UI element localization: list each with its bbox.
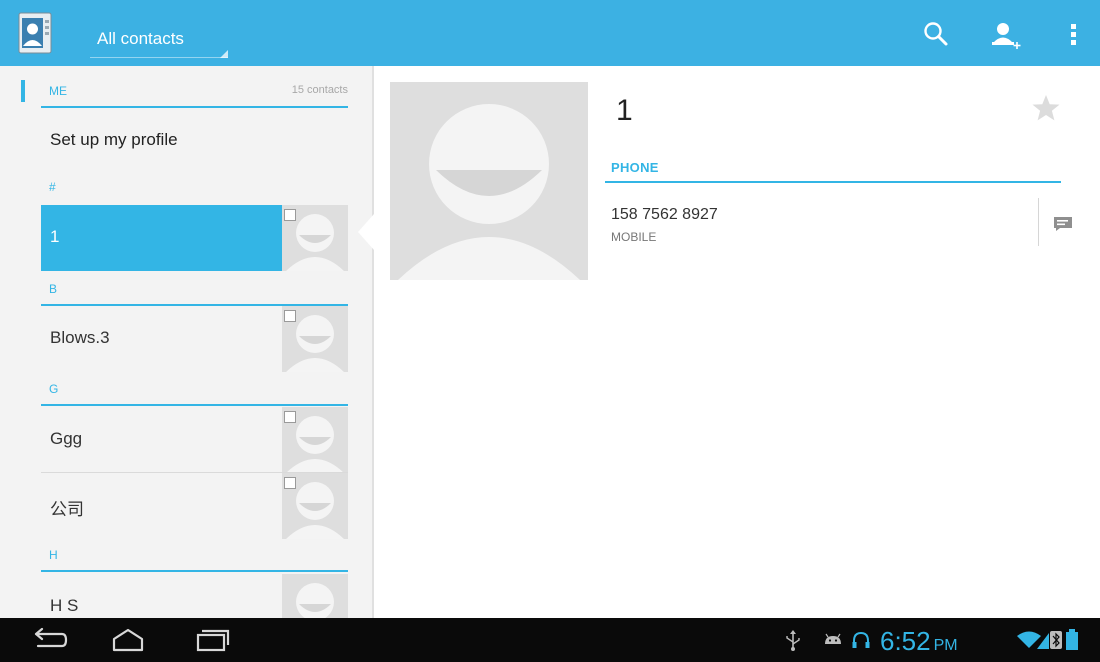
section-letter: H <box>49 548 58 562</box>
section-header-h: H <box>41 542 348 572</box>
android-debug-icon <box>825 633 841 644</box>
contact-name: Ggg <box>50 429 83 448</box>
phone-section-label: PHONE <box>611 160 659 175</box>
contact-name: 公司 <box>50 500 84 519</box>
battery-icon <box>1066 629 1078 650</box>
account-filter-dropdown[interactable]: All contacts <box>80 10 232 60</box>
section-rule <box>41 404 348 406</box>
phone-section-header: PHONE <box>605 156 1061 183</box>
section-rule <box>605 181 1061 183</box>
account-filter-label: All contacts <box>97 29 184 48</box>
quick-contact-badge-icon[interactable] <box>284 411 296 423</box>
back-icon[interactable] <box>28 626 68 654</box>
bluetooth-icon <box>1050 631 1062 649</box>
section-header-b: B <box>41 276 348 306</box>
contacts-app-icon[interactable] <box>18 12 52 54</box>
section-header-me: ME 15 contacts <box>41 78 348 108</box>
recent-apps-icon[interactable] <box>192 626 232 654</box>
quick-contact-badge-icon[interactable] <box>284 310 296 322</box>
home-icon[interactable] <box>108 626 148 654</box>
clock-time: 6:52 <box>880 626 931 656</box>
section-letter: ME <box>49 84 67 98</box>
section-letter: # <box>49 180 56 194</box>
add-contact-icon[interactable] <box>990 18 1022 50</box>
default-avatar-icon <box>398 104 580 280</box>
dropdown-indicator-icon <box>220 50 228 58</box>
signal-icon <box>1037 633 1049 649</box>
section-rule <box>41 570 348 572</box>
vertical-divider <box>1038 198 1039 246</box>
action-bar: All contacts <box>0 0 1100 66</box>
setup-profile-item[interactable]: Set up my profile <box>50 130 178 150</box>
contact-detail-name: 1 <box>616 94 633 127</box>
usb-icon <box>786 630 800 651</box>
contact-list-panel: ME 15 contacts Set up my profile # 1 B B… <box>0 66 372 618</box>
search-icon[interactable] <box>920 18 952 50</box>
phone-number[interactable]: 158 7562 8927 <box>611 206 718 224</box>
star-icon[interactable] <box>1030 92 1062 124</box>
contact-row[interactable]: 1 <box>41 205 348 271</box>
phone-type-label: MOBILE <box>611 230 657 244</box>
headset-icon <box>852 631 870 648</box>
contact-name: H S <box>50 596 79 615</box>
dropdown-underline <box>90 57 228 58</box>
default-avatar-icon <box>296 583 334 618</box>
section-header-g: G <box>41 376 348 406</box>
contact-name: Blows.3 <box>50 328 110 347</box>
contact-detail-panel: 1 PHONE 158 7562 8927 MOBILE <box>374 66 1100 618</box>
quick-contact-badge-icon[interactable] <box>284 209 296 221</box>
system-navigation-bar: 6:52 PM <box>0 618 1100 662</box>
overflow-menu-icon[interactable] <box>1058 18 1090 50</box>
section-letter: B <box>49 282 58 296</box>
status-clock: 6:52 PM <box>880 626 958 656</box>
message-icon[interactable] <box>1052 212 1074 234</box>
quick-contact-badge-icon[interactable] <box>284 477 296 489</box>
section-header-hash: # <box>41 174 348 204</box>
contact-count: 15 contacts <box>291 84 348 96</box>
contact-row[interactable]: Blows.3 <box>41 306 348 372</box>
me-section-indicator <box>21 80 25 102</box>
section-rule <box>41 106 348 108</box>
contact-photo <box>282 574 348 618</box>
contact-large-photo[interactable] <box>390 82 588 280</box>
selection-pointer <box>358 214 374 250</box>
contact-row[interactable]: Ggg <box>41 407 348 473</box>
contact-name: 1 <box>50 227 60 246</box>
clock-ampm: PM <box>933 637 958 654</box>
contact-row[interactable]: 公司 <box>41 473 348 539</box>
section-letter: G <box>49 382 59 396</box>
contact-row[interactable]: H S <box>41 574 348 618</box>
